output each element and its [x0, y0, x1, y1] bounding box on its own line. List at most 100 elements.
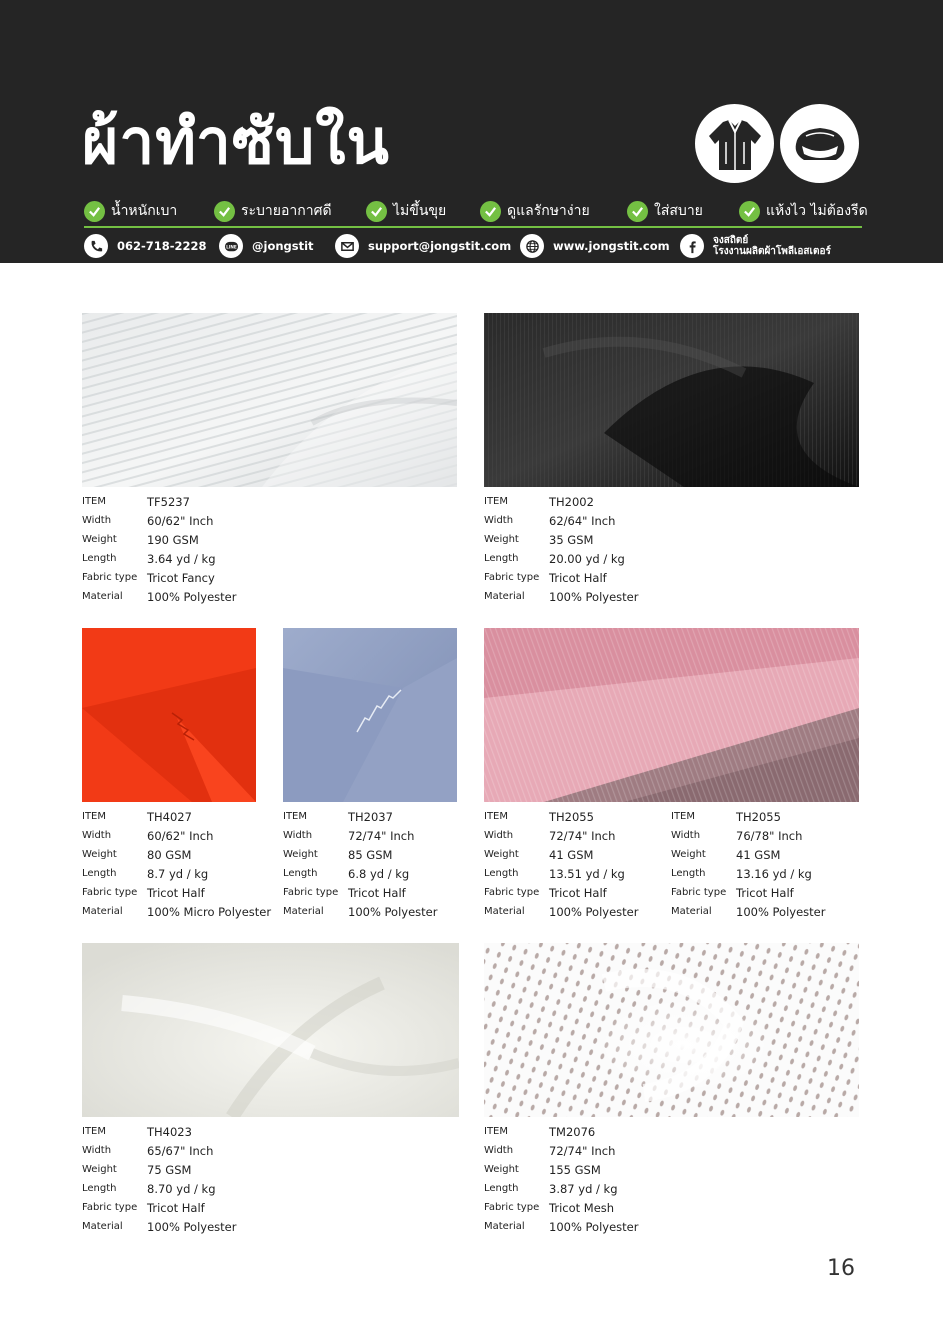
spec-key: ITEM	[283, 811, 308, 822]
spec-row: Weight 80 GSM	[82, 845, 271, 864]
spec-key: Weight	[82, 1164, 117, 1175]
spec-row: Length 13.16 yd / kg	[671, 864, 825, 883]
spec-key: Material	[82, 591, 123, 602]
spec-value: 72/74" Inch	[549, 1143, 616, 1158]
spec-key: Fabric type	[484, 887, 540, 898]
spec-key: Weight	[671, 849, 706, 860]
spec-key: Length	[484, 553, 519, 564]
spec-key: Fabric type	[82, 572, 138, 583]
spec-value: 6.8 yd / kg	[348, 866, 410, 881]
spec-row: Length 20.00 yd / kg	[484, 549, 638, 568]
spec-key: Material	[484, 906, 525, 917]
email-icon	[335, 234, 359, 258]
spec-key: Length	[283, 868, 318, 879]
feature-lightweight: น้ำหนักเบา	[84, 199, 177, 223]
contact-email[interactable]: support@jongstit.com	[335, 233, 511, 259]
spec-value: 190 GSM	[147, 532, 199, 547]
facebook-icon	[680, 234, 704, 258]
white-striped-tricot-fabric	[82, 313, 457, 487]
spec-value: 72/74" Inch	[549, 828, 616, 843]
spec-value: 100% Polyester	[549, 904, 639, 919]
spec-row: Length 3.64 yd / kg	[82, 549, 236, 568]
spec-row: Length 3.87 yd / kg	[484, 1179, 638, 1198]
feature-label: ไม่ขึ้นขุย	[393, 203, 447, 219]
spec-row: Fabric type Tricot Half	[671, 883, 825, 902]
spec-row: Weight 41 GSM	[671, 845, 825, 864]
spec-row: Weight 75 GSM	[82, 1160, 236, 1179]
feature-label: ระบายอากาศดี	[241, 203, 332, 219]
spec-key: Fabric type	[82, 887, 138, 898]
spec-row: Length 13.51 yd / kg	[484, 864, 638, 883]
spec-value: 3.64 yd / kg	[147, 551, 216, 566]
spec-table-th4023: ITEM TH4023 Width 65/67" Inch Weight 75 GSM…	[82, 1122, 236, 1236]
spec-value: TH2002	[549, 494, 594, 509]
facebook-name: จงสถิตย์ โรงงานผลิตผ้าโพลีเอสเตอร์	[713, 235, 831, 257]
contact-phone[interactable]: 062-718-2228	[84, 233, 207, 259]
spec-row: Material 100% Micro Polyester	[82, 902, 271, 921]
spec-value: Tricot Half	[147, 885, 205, 900]
spec-value: Tricot Fancy	[147, 570, 215, 585]
spec-value: TF5237	[147, 494, 190, 509]
spec-key: Width	[484, 515, 514, 526]
spec-row: Weight 155 GSM	[484, 1160, 638, 1179]
spec-key: Material	[484, 1221, 525, 1232]
spec-key: Fabric type	[82, 1202, 138, 1213]
contact-line[interactable]: LINE @jongstit	[219, 233, 314, 259]
spec-value: TH2037	[348, 809, 393, 824]
spec-row: Fabric type Tricot Half	[82, 1198, 236, 1217]
spec-value: 60/62" Inch	[147, 513, 214, 528]
spec-key: Width	[82, 515, 112, 526]
pink-and-mauve-tricot-fabric	[484, 628, 859, 802]
spec-row: ITEM TM2076	[484, 1122, 638, 1141]
website-url: www.jongstit.com	[553, 239, 670, 253]
spec-value: Tricot Half	[147, 1200, 205, 1215]
spec-key: ITEM	[82, 496, 107, 507]
white-mesh-fabric	[484, 943, 859, 1117]
spec-key: Width	[671, 830, 701, 841]
spec-row: Fabric type Tricot Half	[82, 883, 271, 902]
spec-key: Width	[484, 1145, 514, 1156]
spec-value: TH4027	[147, 809, 192, 824]
feature-no-pilling: ไม่ขึ้นขุย	[366, 199, 446, 223]
spec-row: Fabric type Tricot Mesh	[484, 1198, 638, 1217]
spec-row: Fabric type Tricot Fancy	[82, 568, 236, 587]
spec-key: Weight	[82, 534, 117, 545]
spec-row: ITEM TH4023	[82, 1122, 236, 1141]
spec-value: 100% Polyester	[147, 589, 237, 604]
spec-row: Fabric type Tricot Half	[484, 568, 638, 587]
spec-value: 80 GSM	[147, 847, 192, 862]
spec-key: ITEM	[82, 811, 107, 822]
check-icon	[627, 200, 648, 222]
spec-row: Material 100% Polyester	[82, 1217, 236, 1236]
spec-row: Width 72/74" Inch	[484, 1141, 638, 1160]
spec-row: Length 8.70 yd / kg	[82, 1179, 236, 1198]
spec-key: Width	[283, 830, 313, 841]
spec-key: Material	[484, 591, 525, 602]
spec-row: Weight 41 GSM	[484, 845, 638, 864]
spec-table-th2055-b: ITEM TH2055 Width 76/78" Inch Weight 41 GSM…	[671, 807, 825, 921]
spec-table-tf5237: ITEM TF5237 Width 60/62" Inch Weight 190 GS…	[82, 492, 236, 606]
spec-value: 8.70 yd / kg	[147, 1181, 216, 1196]
check-icon	[366, 200, 387, 222]
spec-key: Weight	[283, 849, 318, 860]
spec-key: Fabric type	[484, 1202, 540, 1213]
spec-value: 13.16 yd / kg	[736, 866, 812, 881]
spec-value: 13.51 yd / kg	[549, 866, 625, 881]
spec-value: TH2055	[736, 809, 781, 824]
page-number: 16	[827, 1256, 855, 1281]
spec-row: Weight 85 GSM	[283, 845, 437, 864]
spec-value: 41 GSM	[736, 847, 781, 862]
spec-table-th2037: ITEM TH2037 Width 72/74" Inch Weight 85 GSM…	[283, 807, 437, 921]
shirt-icon	[695, 104, 774, 183]
spec-key: ITEM	[82, 1126, 107, 1137]
feature-comfortable: ใส่สบาย	[627, 199, 703, 223]
spec-key: Material	[82, 906, 123, 917]
spec-value: 8.7 yd / kg	[147, 866, 209, 881]
spec-row: Material 100% Polyester	[484, 587, 638, 606]
contact-facebook[interactable]: จงสถิตย์ โรงงานผลิตผ้าโพลีเอสเตอร์	[680, 233, 831, 259]
feature-label: น้ำหนักเบา	[111, 203, 178, 219]
spec-value: Tricot Mesh	[549, 1200, 615, 1215]
contact-website[interactable]: www.jongstit.com	[520, 233, 670, 259]
spec-value: 100% Micro Polyester	[147, 904, 272, 919]
spec-value: 76/78" Inch	[736, 828, 803, 843]
